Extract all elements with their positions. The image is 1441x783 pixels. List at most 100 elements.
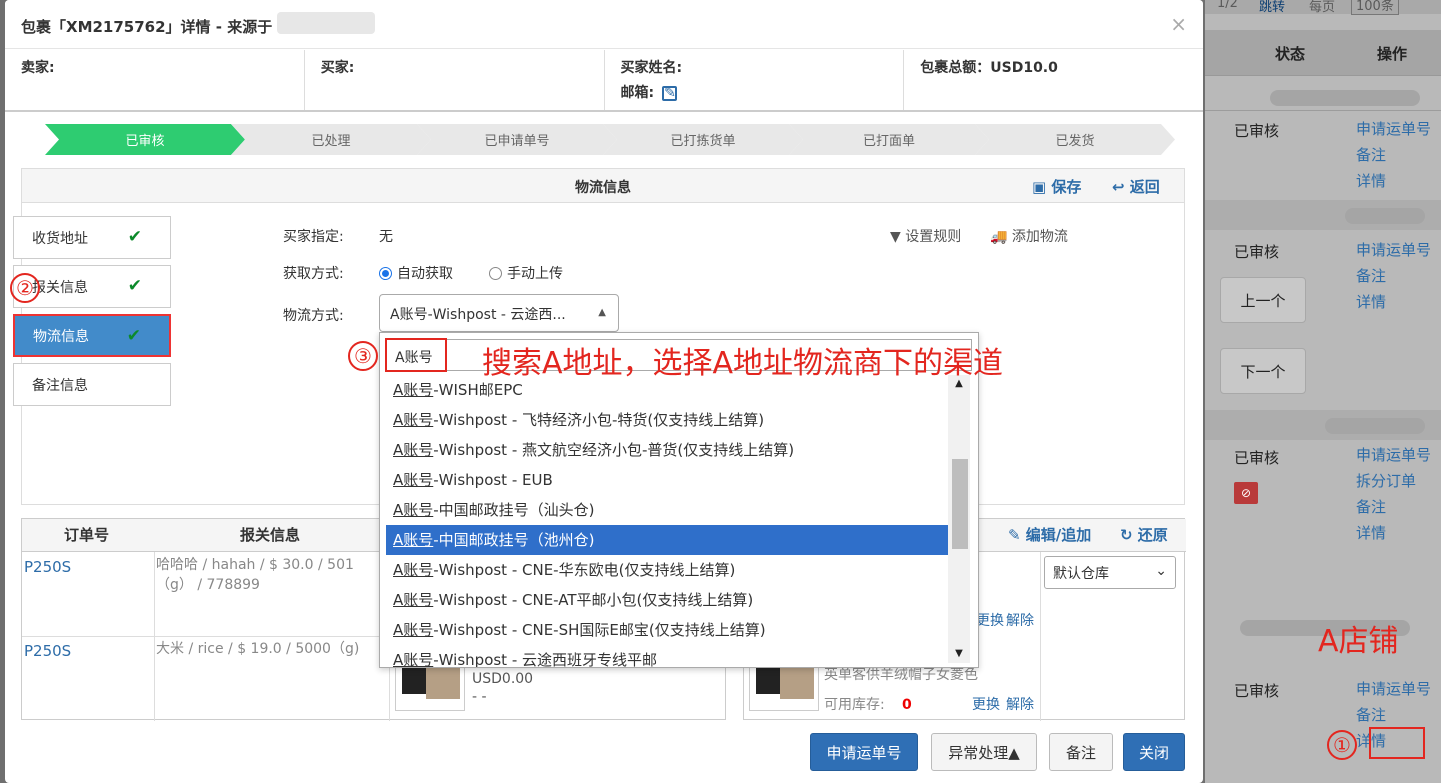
replace-link[interactable]: 更换 — [972, 695, 1000, 715]
set-rules-label: 设置规则 — [905, 229, 962, 245]
apply-tracking-link[interactable]: 申请运单号 — [1356, 676, 1436, 702]
pager-page: 1/2 — [1217, 0, 1238, 11]
warehouse-select[interactable]: 默认仓库 ⌄ — [1044, 556, 1176, 589]
dropdown-option[interactable]: A账号-Wishpost - 燕文航空经济小包-普货(仅支持线上结算) — [386, 435, 948, 465]
tab-logistics-info[interactable]: 物流信息 ✔ — [13, 314, 171, 357]
remark-link[interactable]: 备注 — [1356, 263, 1436, 289]
annotation-search-box — [385, 338, 447, 372]
edit-add-button[interactable]: ✎ 编辑/追加 — [1008, 519, 1091, 552]
back-label: 返回 — [1129, 178, 1160, 196]
order-link[interactable]: P250S — [24, 641, 71, 661]
detail-link[interactable]: 详情 — [1356, 520, 1436, 546]
no-entry-icon: ⊘ — [1234, 482, 1258, 504]
dropdown-option-selected[interactable]: A账号-中国邮政挂号（池州仓) — [386, 525, 948, 555]
row-actions: 申请运单号 拆分订单 备注 详情 — [1356, 442, 1436, 546]
blurred-source — [277, 12, 375, 34]
dropdown-option[interactable]: A账号-Wishpost - CNE-AT平邮小包(仅支持线上结算) — [386, 585, 948, 615]
tab-remark-info[interactable]: 备注信息 — [13, 363, 171, 406]
fetch-manual-radio[interactable]: 手动上传 — [489, 263, 563, 283]
col-status: 状态 — [1275, 45, 1306, 63]
dropdown-option[interactable]: A账号-Wishpost - CNE-华东欧电(仅支持线上结算) — [386, 555, 948, 585]
order-link[interactable]: P250S — [24, 557, 71, 577]
refresh-icon: ↻ — [1120, 526, 1138, 544]
save-button[interactable]: ▣ 保存 — [1032, 176, 1081, 197]
row-status: 已审核 — [1234, 449, 1280, 467]
logistics-method-select[interactable]: A账号-Wishpost - 云途西... ▲ — [379, 294, 619, 332]
blurred-text — [1270, 90, 1420, 106]
close-button[interactable]: 关闭 — [1123, 733, 1185, 771]
pager-jump[interactable]: 跳转 — [1259, 0, 1285, 15]
remark-link[interactable]: 备注 — [1356, 494, 1436, 520]
annotation-instruction: 搜索A地址，选择A地址物流商下的渠道 — [482, 346, 1004, 381]
unbind-link[interactable]: 解除 — [1006, 611, 1034, 631]
tab-label: 物流信息 — [33, 328, 89, 345]
save-icon: ▣ — [1032, 178, 1052, 196]
close-icon[interactable]: × — [1170, 12, 1187, 36]
tab-label: 备注信息 — [32, 377, 88, 394]
buyer-assign-value: 无 — [379, 229, 393, 245]
apply-tracking-link[interactable]: 申请运单号 — [1356, 116, 1436, 142]
apply-tracking-button[interactable]: 申请运单号 — [810, 733, 918, 771]
annotation-shop: A店铺 — [1318, 624, 1399, 659]
dropdown-option[interactable]: A账号-中国邮政挂号（汕头仓) — [386, 495, 948, 525]
customs-info: 大米 / rice / $ 19.0 / 5000（g) — [156, 641, 360, 657]
set-rules-button[interactable]: ▼ 设置规则 — [890, 226, 961, 246]
detail-link[interactable]: 详情 — [1356, 289, 1436, 315]
buyer-assign-label: 买家指定: — [283, 229, 344, 245]
fetch-auto-radio[interactable]: 自动获取 — [379, 263, 453, 283]
fetch-method-label: 获取方式: — [283, 266, 344, 282]
next-button[interactable]: 下一个 — [1220, 348, 1306, 394]
dropdown-option[interactable]: A账号-Wishpost - 云途西班牙专线平邮 — [386, 645, 948, 667]
edit-add-label: 编辑/追加 — [1025, 526, 1092, 544]
scroll-down-icon[interactable]: ▼ — [948, 645, 970, 663]
stock-value: 0 — [902, 697, 912, 713]
dropdown-option[interactable]: A账号-Wishpost - 飞特经济小包-特货(仅支持线上结算) — [386, 405, 948, 435]
radio-icon — [489, 267, 502, 280]
step-shipped: 已发货 — [975, 124, 1175, 155]
remark-link[interactable]: 备注 — [1356, 702, 1436, 728]
prev-button[interactable]: 上一个 — [1220, 277, 1306, 323]
radio-label: 自动获取 — [397, 266, 453, 282]
dropdown-option[interactable]: A账号-Wishpost - EUB — [386, 465, 948, 495]
pager-size-select[interactable]: 100条 — [1351, 0, 1399, 15]
apply-tracking-link[interactable]: 申请运单号 — [1356, 442, 1436, 468]
annotation-detail-box — [1369, 727, 1425, 759]
tab-shipping-address[interactable]: 收货地址 ✔ — [13, 216, 171, 259]
add-logistics-button[interactable]: 🚚 添加物流 — [990, 226, 1068, 246]
step-picking-printed: 已打拣货单 — [603, 124, 803, 155]
step-tracking-applied: 已申请单号 — [417, 124, 617, 155]
radio-icon — [379, 267, 392, 280]
seller-info: 卖家: — [5, 50, 305, 110]
logistics-title: 物流信息 — [575, 180, 631, 196]
email-row: 邮箱: ✎ — [621, 81, 888, 106]
dropdown-option[interactable]: A账号-Wishpost - CNE-SH国际E邮宝(仅支持线上结算) — [386, 615, 948, 645]
row-actions: 申请运单号 备注 详情 — [1356, 237, 1436, 315]
scroll-thumb[interactable] — [952, 459, 968, 549]
col-action: 操作 — [1377, 45, 1408, 63]
radio-label: 手动上传 — [507, 266, 563, 282]
warehouse-value: 默认仓库 — [1053, 566, 1109, 582]
annotation-step-1: ① — [1327, 730, 1357, 760]
dropdown-scrollbar[interactable]: ▲ ▼ — [948, 375, 970, 663]
remark-button[interactable]: 备注 — [1049, 733, 1113, 771]
edit-icon[interactable]: ✎ — [662, 86, 678, 101]
remark-link[interactable]: 备注 — [1356, 142, 1436, 168]
check-icon: ✔ — [126, 326, 141, 346]
total-label: 包裹总额：USD10.0 — [920, 60, 1058, 76]
check-icon: ✔ — [127, 227, 142, 247]
split-order-link[interactable]: 拆分订单 — [1356, 468, 1436, 494]
detail-link[interactable]: 详情 — [1356, 168, 1436, 194]
restore-button[interactable]: ↻ 还原 — [1120, 519, 1168, 552]
row-status: 已审核 — [1234, 122, 1280, 140]
exception-button[interactable]: 异常处理▲ — [931, 733, 1037, 771]
apply-tracking-link[interactable]: 申请运单号 — [1356, 237, 1436, 263]
truck-icon: 🚚 — [990, 229, 1012, 245]
caret-up-icon: ▲ — [598, 307, 606, 318]
buyer-name-label: 买家姓名: — [620, 60, 683, 76]
replace-link[interactable]: 更换 — [976, 611, 1004, 631]
back-button[interactable]: ↩ 返回 — [1112, 176, 1160, 197]
save-label: 保存 — [1051, 178, 1082, 196]
unbind-link[interactable]: 解除 — [1006, 695, 1034, 715]
step-processed: 已处理 — [231, 124, 431, 155]
pager-per-page: 每页 — [1309, 0, 1336, 15]
